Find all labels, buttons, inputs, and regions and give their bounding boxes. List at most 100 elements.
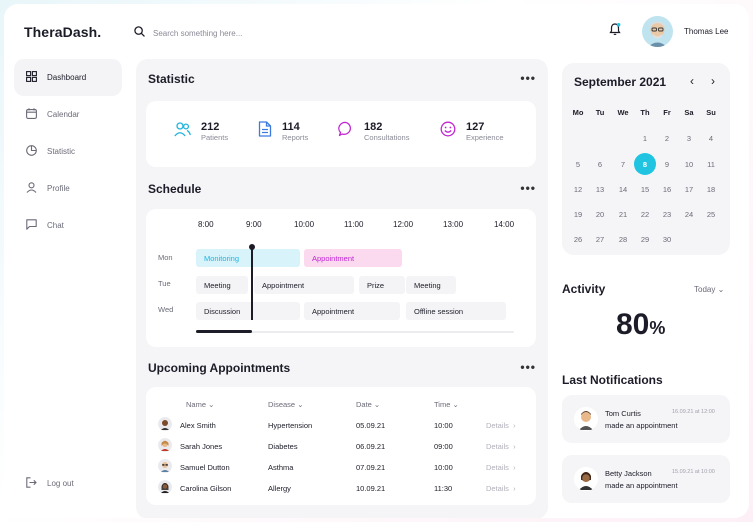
- patient-avatar: [158, 480, 172, 494]
- calendar-date[interactable]: 14: [612, 178, 634, 200]
- logout-button[interactable]: Log out: [26, 477, 74, 490]
- user-name: Thomas Lee: [684, 27, 729, 36]
- table-row[interactable]: Carolina Gilson Allergy 10.09.21 11:30 D…: [158, 478, 528, 499]
- calendar-date[interactable]: 10: [678, 153, 700, 175]
- calendar-next-button[interactable]: ›: [711, 74, 715, 88]
- event-monitoring[interactable]: Monitoring: [196, 249, 300, 267]
- calendar-date[interactable]: 5: [567, 153, 589, 175]
- calendar-date[interactable]: 4: [700, 127, 722, 149]
- calendar-date[interactable]: 23: [656, 203, 678, 225]
- appointment-time: 10:00: [434, 463, 453, 472]
- notification-name: Tom Curtis: [605, 409, 641, 418]
- sidebar-item-chat[interactable]: Chat: [14, 207, 122, 244]
- calendar-date[interactable]: 11: [700, 153, 722, 175]
- table-row[interactable]: Alex Smith Hypertension 05.09.21 10:00 D…: [158, 415, 528, 436]
- calendar-prev-button[interactable]: ‹: [690, 74, 694, 88]
- calendar-date[interactable]: 22: [634, 203, 656, 225]
- calendar-date[interactable]: 26: [567, 228, 589, 250]
- column-header-date[interactable]: Date ⌄: [356, 400, 380, 409]
- calendar-date[interactable]: 28: [612, 228, 634, 250]
- calendar-date[interactable]: 15: [634, 178, 656, 200]
- schedule-scrollbar-thumb[interactable]: [196, 330, 252, 333]
- sidebar-item-statistic[interactable]: Statistic: [14, 133, 122, 170]
- patient-disease: Asthma: [268, 463, 294, 472]
- calendar-date[interactable]: 13: [589, 178, 611, 200]
- calendar-date[interactable]: 1: [634, 127, 656, 149]
- notification-message: made an appointment: [605, 481, 678, 490]
- calendar-date[interactable]: 2: [656, 127, 678, 149]
- sidebar-item-dashboard[interactable]: Dashboard: [14, 59, 122, 96]
- stat-label: Consultations: [364, 133, 410, 142]
- day-label: Tue: [158, 279, 171, 288]
- weekday-label: Tu: [595, 108, 605, 117]
- calendar-date[interactable]: 9: [656, 153, 678, 175]
- patient-disease: Allergy: [268, 484, 291, 493]
- time-label: 9:00: [246, 220, 262, 229]
- search-input[interactable]: [153, 28, 353, 38]
- calendar-date[interactable]: 3: [678, 127, 700, 149]
- patient-disease: Hypertension: [268, 421, 313, 430]
- calendar-date[interactable]: 29: [634, 228, 656, 250]
- calendar-date[interactable]: 12: [567, 178, 589, 200]
- sidebar-item-profile[interactable]: Profile: [14, 170, 122, 207]
- calendar-date-selected[interactable]: 8: [634, 153, 656, 175]
- calendar-date[interactable]: 18: [700, 178, 722, 200]
- calendar-date[interactable]: 16: [656, 178, 678, 200]
- event-appointment[interactable]: Appointment: [254, 276, 354, 294]
- notification-bell-icon[interactable]: [608, 22, 622, 41]
- calendar-date[interactable]: 7: [612, 153, 634, 175]
- calendar-date[interactable]: 27: [589, 228, 611, 250]
- calendar-date[interactable]: 6: [589, 153, 611, 175]
- calendar-date[interactable]: 17: [678, 178, 700, 200]
- details-link[interactable]: Details ›: [486, 463, 516, 472]
- schedule-title: Schedule: [148, 182, 202, 196]
- user-avatar[interactable]: [642, 16, 673, 47]
- column-header-name[interactable]: Name ⌄: [186, 400, 214, 409]
- calendar-date[interactable]: 20: [589, 203, 611, 225]
- stat-experience: 127 Experience: [440, 121, 504, 142]
- sidebar-item-label: Profile: [47, 184, 70, 193]
- app-logo: TheraDash.: [24, 24, 102, 40]
- statistic-more-button[interactable]: •••: [520, 71, 536, 85]
- calendar-date[interactable]: 24: [678, 203, 700, 225]
- calendar-date[interactable]: 21: [612, 203, 634, 225]
- search-icon: [134, 24, 145, 42]
- stat-consultations: 182 Consultations: [338, 121, 409, 142]
- details-link[interactable]: Details ›: [486, 484, 516, 493]
- column-header-disease[interactable]: Disease ⌄: [268, 400, 303, 409]
- schedule-more-button[interactable]: •••: [520, 181, 536, 195]
- statistic-title: Statistic: [148, 72, 195, 86]
- document-icon: [258, 121, 272, 142]
- event-discussion[interactable]: Discussion: [196, 302, 300, 320]
- weekday-label: We: [617, 108, 629, 117]
- weekday-label: Th: [640, 108, 650, 117]
- notification-item[interactable]: Tom Curtis 16.09.21 at 12:00 made an app…: [562, 395, 730, 443]
- event-offline-session[interactable]: Offline session: [406, 302, 506, 320]
- smile-icon: [440, 121, 456, 142]
- calendar-date[interactable]: 30: [656, 228, 678, 250]
- event-appointment[interactable]: Appointment: [304, 249, 402, 267]
- notification-time: 15.09.21 at 10:00: [672, 469, 715, 475]
- details-link[interactable]: Details ›: [486, 442, 516, 451]
- grid-icon: [26, 71, 37, 84]
- appointments-more-button[interactable]: •••: [520, 360, 536, 374]
- event-appointment[interactable]: Appointment: [304, 302, 400, 320]
- patient-avatar: [158, 459, 172, 473]
- column-header-time[interactable]: Time ⌄: [434, 400, 459, 409]
- event-meeting[interactable]: Meeting: [196, 276, 248, 294]
- activity-period-dropdown[interactable]: Today ⌄: [694, 285, 724, 294]
- search-bar[interactable]: [134, 24, 353, 42]
- event-meeting[interactable]: Meeting: [406, 276, 456, 294]
- notifications-title: Last Notifications: [562, 373, 663, 387]
- stat-value: 127: [466, 121, 485, 133]
- appointment-time: 11:30: [434, 484, 453, 493]
- table-row[interactable]: Samuel Dutton Asthma 07.09.21 10:00 Deta…: [158, 457, 528, 478]
- notification-item[interactable]: Betty Jackson 15.09.21 at 10:00 made an …: [562, 455, 730, 503]
- time-label: 14:00: [494, 220, 515, 229]
- sidebar-item-calendar[interactable]: Calendar: [14, 96, 122, 133]
- details-link[interactable]: Details ›: [486, 421, 516, 430]
- event-prize[interactable]: Prize: [359, 276, 405, 294]
- calendar-date[interactable]: 19: [567, 203, 589, 225]
- table-row[interactable]: Sarah Jones Diabetes 06.09.21 09:00 Deta…: [158, 436, 528, 457]
- calendar-date[interactable]: 25: [700, 203, 722, 225]
